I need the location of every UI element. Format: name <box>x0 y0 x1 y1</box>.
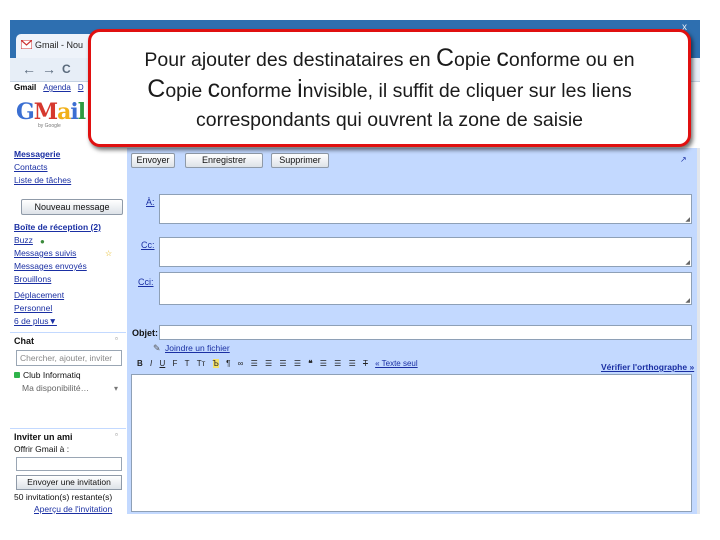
compose-area: Envoyer Enregistrer Supprimer ↗ À: ◢ Cc:… <box>127 148 697 514</box>
subject-label: Objet: <box>132 328 158 338</box>
invite-divider <box>10 428 126 429</box>
chat-heading: Chat <box>14 336 34 346</box>
underline-icon[interactable]: U <box>159 359 165 368</box>
resize-handle-icon[interactable]: ◢ <box>685 297 690 304</box>
paperclip-icon: ✎ <box>153 343 161 353</box>
plain-text-link[interactable]: « Texte seul <box>375 359 418 368</box>
invitation-preview-link[interactable]: Aperçu de l'invitation <box>34 504 112 514</box>
italic-icon[interactable]: I <box>150 359 152 368</box>
cc-link[interactable]: Cc: <box>141 240 155 250</box>
font-icon[interactable]: F <box>173 359 178 368</box>
indent-more-icon[interactable]: ☰ <box>294 359 301 368</box>
page-scrollbar[interactable] <box>697 148 700 514</box>
bold-icon[interactable]: B <box>137 359 143 368</box>
callout-line-3: correspondants qui ouvrent la zone de sa… <box>196 109 583 131</box>
message-body-editor[interactable] <box>131 374 692 512</box>
availability-status[interactable]: Ma disponibilité… <box>22 383 89 394</box>
remove-formatting-icon[interactable]: T <box>363 359 368 368</box>
align-center-icon[interactable]: ☰ <box>334 359 341 368</box>
discard-button[interactable]: Supprimer <box>271 153 329 168</box>
chat-divider <box>10 332 126 333</box>
nav-sent[interactable]: Messages envoyés <box>14 261 87 272</box>
link-icon[interactable]: ∞ <box>238 359 244 368</box>
indent-less-icon[interactable]: ☰ <box>279 359 286 368</box>
gbar-agenda[interactable]: Agenda <box>43 83 71 92</box>
compose-button[interactable]: Nouveau message <box>21 199 123 215</box>
nav-starred[interactable]: Messages suivis <box>14 248 76 259</box>
reload-icon[interactable]: C <box>62 61 71 77</box>
nav-buzz[interactable]: Buzz <box>14 235 33 246</box>
emoticon-icon[interactable]: ¶ <box>226 359 230 368</box>
nav-inbox[interactable]: Boîte de réception (2) <box>14 222 101 233</box>
save-draft-button[interactable]: Enregistrer <box>185 153 263 168</box>
buzz-icon: ● <box>40 237 45 246</box>
nav-drafts[interactable]: Brouillons <box>14 274 51 285</box>
bcc-link[interactable]: Cci: <box>138 277 154 287</box>
text-color-icon[interactable]: Tт <box>197 359 206 368</box>
subject-field[interactable] <box>159 325 692 340</box>
online-status-icon <box>14 372 20 378</box>
invitations-remaining: 50 invitation(s) restante(s) <box>14 492 113 502</box>
resize-handle-icon[interactable]: ◢ <box>685 216 690 223</box>
highlight-icon[interactable]: Ъ <box>212 359 219 368</box>
forward-arrow-icon[interactable]: → <box>42 61 56 77</box>
align-left-icon[interactable]: ☰ <box>320 359 327 368</box>
nav-more-labels[interactable]: 6 de plus▼ <box>14 316 57 327</box>
back-arrow-icon[interactable]: ← <box>22 61 36 77</box>
invite-collapse-icon[interactable]: ▫ <box>115 430 118 439</box>
resize-handle-icon[interactable]: ◢ <box>685 259 690 266</box>
cc-field[interactable]: ◢ <box>159 237 692 267</box>
bulleted-list-icon[interactable]: ☰ <box>265 359 272 368</box>
star-icon: ☆ <box>105 249 113 258</box>
left-navigation: Messagerie Contacts Liste de tâches Nouv… <box>10 148 126 514</box>
gmail-favicon-icon <box>21 40 32 49</box>
invite-email-input[interactable] <box>16 457 122 471</box>
font-size-icon[interactable]: T <box>185 359 190 368</box>
quote-icon[interactable]: ❝ <box>308 359 312 368</box>
gbar-docs[interactable]: D <box>78 83 84 92</box>
send-button[interactable]: Envoyer <box>131 153 175 168</box>
availability-dropdown-icon[interactable]: ▾ <box>114 384 118 393</box>
callout-line-2: Copie conforme invisible, il suffit de c… <box>147 75 632 103</box>
attach-file-link[interactable]: Joindre un fichier <box>165 343 230 353</box>
nav-task-list[interactable]: Liste de tâches <box>14 175 71 186</box>
bcc-field[interactable]: ◢ <box>159 272 692 305</box>
numbered-list-icon[interactable]: ☰ <box>251 359 258 368</box>
nav-messagerie[interactable]: Messagerie <box>14 149 60 160</box>
popout-icon[interactable]: ↗ <box>680 155 687 164</box>
callout-line-1: Pour ajouter des destinataires en Copie … <box>144 44 635 72</box>
send-invitation-button[interactable]: Envoyer une invitation <box>16 475 122 490</box>
to-field[interactable]: ◢ <box>159 194 692 224</box>
tab-title: Gmail - Nou <box>35 40 84 50</box>
gmail-logo[interactable]: GMail <box>16 100 86 124</box>
logo-subtitle: by Google <box>38 123 61 129</box>
chat-contact[interactable]: Club Informatiq <box>14 370 81 381</box>
nav-label-personnel[interactable]: Personnel <box>14 303 52 314</box>
chat-search-input[interactable]: Chercher, ajouter, inviter <box>16 350 122 366</box>
align-right-icon[interactable]: ☰ <box>349 359 356 368</box>
chat-search-placeholder: Chercher, ajouter, inviter <box>20 353 113 363</box>
browser-tab[interactable]: Gmail - Nou <box>16 34 96 58</box>
gbar-gmail[interactable]: Gmail <box>14 83 36 92</box>
invite-offer-label: Offrir Gmail à : <box>14 444 70 454</box>
to-label[interactable]: À: <box>146 197 155 207</box>
invite-heading: Inviter un ami <box>14 432 73 442</box>
nav-label-deplacement[interactable]: Déplacement <box>14 290 64 301</box>
chat-collapse-icon[interactable]: ▫ <box>115 334 118 343</box>
nav-contacts[interactable]: Contacts <box>14 162 48 173</box>
spellcheck-link[interactable]: Vérifier l'orthographe » <box>601 362 694 372</box>
instruction-callout: Pour ajouter des destinataires en Copie … <box>88 29 691 147</box>
